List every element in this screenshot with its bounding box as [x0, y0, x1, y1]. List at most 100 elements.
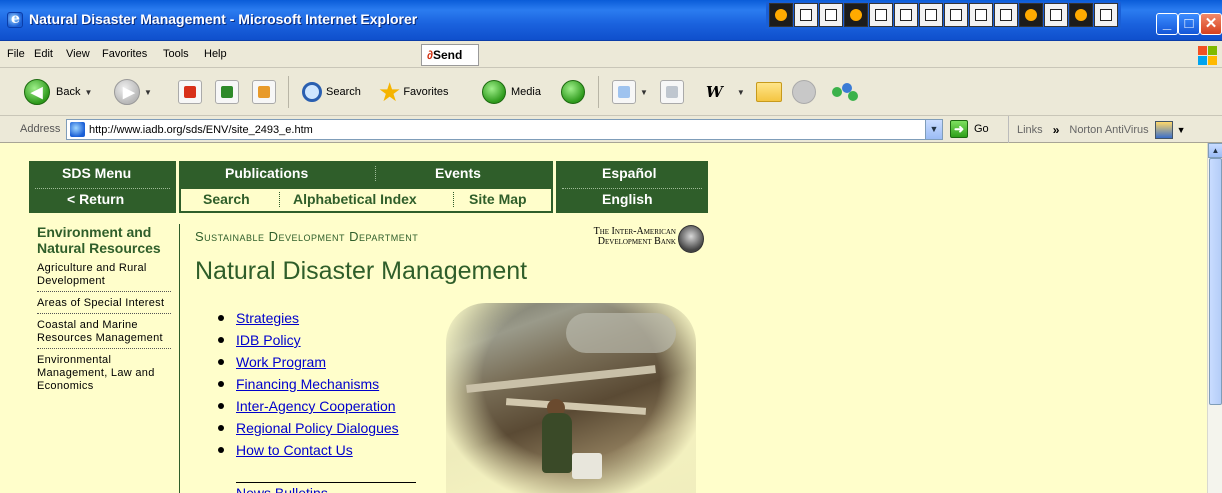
tray-app-icon[interactable] [1019, 3, 1043, 27]
quick-launch-tray [766, 2, 1121, 29]
tray-folder-icon[interactable] [819, 3, 843, 27]
link-how-to-contact-us[interactable]: How to Contact Us [236, 442, 353, 458]
folder-button[interactable] [756, 79, 782, 105]
list-item: Regional Policy Dialogues [218, 417, 399, 439]
nav-events[interactable]: Events [435, 165, 481, 181]
scroll-up-arrow-icon[interactable]: ▲ [1208, 143, 1222, 158]
history-button[interactable] [561, 79, 585, 105]
media-label: Media [511, 86, 541, 98]
chevron-down-icon[interactable]: ▼ [640, 88, 648, 97]
tray-table-icon[interactable] [969, 3, 993, 27]
tray-terminal-icon[interactable] [1069, 3, 1093, 27]
nav-alphabetical-index[interactable]: Alphabetical Index [293, 191, 417, 207]
send-button[interactable]: ∂Send [421, 44, 479, 66]
address-url[interactable]: http://www.iadb.org/sds/ENV/site_2493_e.… [89, 124, 313, 136]
tray-form-icon[interactable] [944, 3, 968, 27]
list-item: Work Program [218, 351, 399, 373]
chevron-down-icon[interactable]: ▼ [144, 88, 152, 97]
forward-button[interactable]: ▼ [114, 79, 152, 105]
sidebar-item-special-interest[interactable]: Areas of Special Interest [37, 297, 171, 314]
address-label: Address [20, 123, 61, 135]
discuss-button[interactable] [792, 79, 816, 105]
chevron-down-icon[interactable]: ▼ [1177, 125, 1186, 135]
link-news-bulletins[interactable]: News Bulletins [236, 485, 328, 493]
nav-language-block: Español English [556, 161, 708, 213]
tray-app-icon[interactable] [844, 3, 868, 27]
toolbar-separator [288, 76, 289, 108]
tray-printer-icon[interactable] [869, 3, 893, 27]
norton-icon[interactable] [1154, 120, 1173, 139]
chevron-right-icon[interactable]: » [1053, 123, 1060, 137]
messenger-button[interactable] [830, 79, 860, 105]
back-label: Back [56, 86, 81, 98]
go-label: Go [974, 123, 989, 135]
forward-arrow-icon [114, 79, 140, 105]
close-button[interactable]: ✕ [1200, 13, 1222, 35]
link-idb-policy[interactable]: IDB Policy [236, 332, 301, 348]
menu-tools[interactable]: Tools [163, 48, 189, 60]
vertical-scrollbar[interactable]: ▲ [1207, 143, 1222, 493]
chevron-down-icon[interactable]: ▼ [737, 88, 745, 97]
home-button[interactable] [252, 79, 276, 105]
scroll-thumb[interactable] [1209, 158, 1222, 405]
search-button[interactable]: Search [302, 79, 361, 105]
menu-favorites[interactable]: Favorites [102, 48, 147, 60]
chevron-down-icon[interactable]: ▼ [925, 120, 942, 139]
chevron-down-icon[interactable]: ▼ [84, 88, 92, 97]
link-strategies[interactable]: Strategies [236, 310, 299, 326]
sidebar-item-environmental-management[interactable]: Environmental Management, Law and Econom… [37, 354, 171, 396]
stop-button[interactable] [178, 79, 202, 105]
tray-globe-icon[interactable] [1044, 3, 1068, 27]
back-arrow-icon [24, 79, 50, 105]
go-button[interactable]: ➜ Go [950, 120, 989, 138]
windows-flag-icon [1196, 44, 1218, 66]
edit-button[interactable]: W ▼ [706, 79, 745, 105]
list-item: How to Contact Us [218, 439, 399, 461]
list-item: IDB Policy [218, 329, 399, 351]
star-icon: ★ [378, 77, 402, 107]
tray-window-icon[interactable] [794, 3, 818, 27]
menu-help[interactable]: Help [204, 48, 227, 60]
nav-search[interactable]: Search [203, 191, 250, 207]
topic-links: Strategies IDB Policy Work Program Finan… [218, 307, 399, 461]
link-financing-mechanisms[interactable]: Financing Mechanisms [236, 376, 379, 392]
nav-sds-menu[interactable]: SDS Menu [62, 165, 131, 181]
link-work-program[interactable]: Work Program [236, 354, 326, 370]
link-regional-policy-dialogues[interactable]: Regional Policy Dialogues [236, 420, 399, 436]
printer-icon [660, 80, 684, 104]
list-item: Financing Mechanisms [218, 373, 399, 395]
tray-checkbox-icon[interactable] [919, 3, 943, 27]
department-name: Sustainable Development Department [195, 229, 419, 244]
sidebar-item-agriculture[interactable]: Agriculture and Rural Development [37, 262, 171, 292]
page-title: Natural Disaster Management [195, 257, 528, 285]
minimize-button[interactable]: _ [1156, 13, 1178, 35]
mail-button[interactable]: ▼ [612, 79, 648, 105]
tray-help-icon[interactable] [1094, 3, 1118, 27]
tray-window-icon[interactable] [894, 3, 918, 27]
tray-network-icon[interactable] [994, 3, 1018, 27]
nav-espanol[interactable]: Español [602, 165, 656, 181]
links-label[interactable]: Links [1017, 124, 1043, 136]
sidebar-item-coastal-marine[interactable]: Coastal and Marine Resources Management [37, 319, 171, 349]
menu-file[interactable]: File [7, 48, 25, 60]
nav-return[interactable]: < Return [67, 191, 124, 207]
print-button[interactable] [660, 79, 684, 105]
favorites-label: Favorites [403, 86, 449, 98]
menu-edit[interactable]: Edit [34, 48, 53, 60]
favorites-button[interactable]: ★ Favorites [378, 79, 449, 105]
sidebar-heading[interactable]: Environment and Natural Resources [37, 224, 171, 256]
nav-english[interactable]: English [602, 191, 653, 207]
norton-antivirus-label[interactable]: Norton AntiVirus [1069, 124, 1148, 136]
refresh-button[interactable] [215, 79, 239, 105]
address-input[interactable]: http://www.iadb.org/sds/ENV/site_2493_e.… [66, 119, 943, 140]
menu-view[interactable]: View [66, 48, 90, 60]
nav-site-map[interactable]: Site Map [469, 191, 527, 207]
back-button[interactable]: Back ▼ [24, 79, 92, 105]
nav-publications[interactable]: Publications [225, 165, 308, 181]
link-inter-agency-cooperation[interactable]: Inter-Agency Cooperation [236, 398, 396, 414]
mail-icon [612, 80, 636, 104]
media-button[interactable]: Media [482, 79, 541, 105]
tray-app-icon[interactable] [769, 3, 793, 27]
maximize-button[interactable]: □ [1178, 13, 1200, 35]
toolbar-separator [598, 76, 599, 108]
